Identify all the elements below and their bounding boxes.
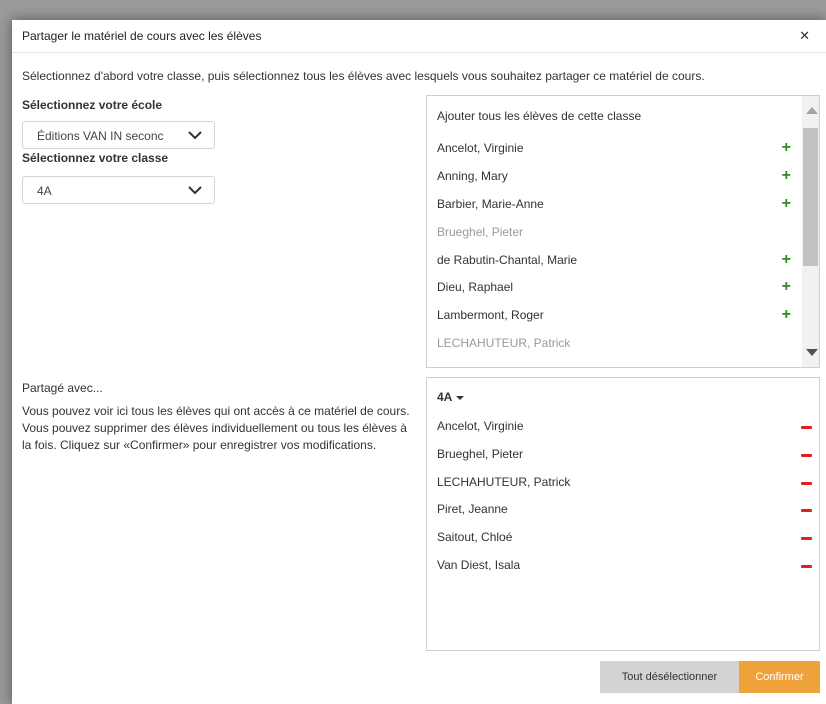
intro-text: Sélectionnez d'abord votre classe, puis … bbox=[22, 69, 705, 83]
scrollbar-thumb[interactable] bbox=[803, 128, 818, 266]
minus-icon[interactable] bbox=[801, 565, 812, 568]
list-item[interactable]: de Rabutin-Chantal, Marie bbox=[437, 253, 779, 271]
close-icon[interactable]: ✕ bbox=[799, 28, 810, 44]
shared-with-title: Partagé avec... bbox=[22, 381, 103, 395]
minus-icon[interactable] bbox=[801, 454, 812, 457]
minus-icon[interactable] bbox=[801, 509, 812, 512]
shared-students-list: 4A Ancelot, Virginie Brueghel, Pieter LE… bbox=[426, 377, 820, 651]
scroll-down-arrow-icon[interactable] bbox=[806, 349, 818, 356]
scrollbar[interactable] bbox=[802, 96, 819, 367]
shared-with-description: Vous pouvez voir ici tous les élèves qui… bbox=[22, 404, 410, 452]
class-select[interactable]: 4A bbox=[22, 176, 215, 204]
shared-class-dropdown[interactable]: 4A bbox=[437, 390, 465, 404]
list-item[interactable]: Anning, Mary bbox=[437, 169, 779, 187]
list-item-disabled: LECHAHUTEUR, Patrick bbox=[437, 336, 571, 350]
list-item[interactable]: Dieu, Raphael bbox=[437, 280, 779, 298]
chevron-down-icon bbox=[188, 186, 202, 195]
class-label: Sélectionnez votre classe bbox=[22, 151, 169, 165]
class-select-value: 4A bbox=[37, 184, 52, 198]
list-item: Saitout, Chloé bbox=[437, 530, 513, 544]
plus-icon[interactable]: + bbox=[782, 307, 791, 323]
chevron-down-icon bbox=[188, 131, 202, 140]
dialog-header: Partager le matériel de cours avec les é… bbox=[12, 20, 826, 53]
caret-down-icon bbox=[456, 395, 465, 400]
scroll-up-arrow-icon[interactable] bbox=[806, 107, 818, 114]
minus-icon[interactable] bbox=[801, 482, 812, 485]
list-item[interactable]: Ancelot, Virginie bbox=[437, 141, 779, 159]
list-item: Brueghel, Pieter bbox=[437, 447, 524, 461]
plus-icon[interactable]: + bbox=[782, 279, 791, 295]
plus-icon[interactable]: + bbox=[782, 196, 791, 212]
available-students-list: Ajouter tous les élèves de cette classe … bbox=[426, 95, 820, 368]
confirm-button[interactable]: Confirmer bbox=[739, 661, 820, 693]
minus-icon[interactable] bbox=[801, 426, 812, 429]
list-item: Piret, Jeanne bbox=[437, 502, 508, 516]
list-item[interactable]: Lambermont, Roger bbox=[437, 308, 779, 326]
school-select[interactable]: Éditions VAN IN seconc bbox=[22, 121, 215, 149]
plus-icon[interactable]: + bbox=[782, 168, 791, 184]
list-item-disabled: Brueghel, Pieter bbox=[437, 225, 524, 239]
deselect-all-button[interactable]: Tout désélectionner bbox=[600, 661, 739, 693]
school-select-value: Éditions VAN IN seconc bbox=[37, 129, 164, 143]
share-dialog: Partager le matériel de cours avec les é… bbox=[12, 20, 826, 704]
dialog-title: Partager le matériel de cours avec les é… bbox=[22, 29, 262, 43]
list-item: LECHAHUTEUR, Patrick bbox=[437, 475, 571, 489]
list-item: Ancelot, Virginie bbox=[437, 419, 524, 433]
school-label: Sélectionnez votre école bbox=[22, 98, 163, 112]
plus-icon[interactable]: + bbox=[782, 140, 791, 156]
list-item: Van Diest, Isala bbox=[437, 558, 521, 572]
add-all-students[interactable]: Ajouter tous les élèves de cette classe bbox=[437, 109, 779, 127]
list-item[interactable]: Barbier, Marie-Anne bbox=[437, 197, 779, 215]
minus-icon[interactable] bbox=[801, 537, 812, 540]
plus-icon[interactable]: + bbox=[782, 252, 791, 268]
